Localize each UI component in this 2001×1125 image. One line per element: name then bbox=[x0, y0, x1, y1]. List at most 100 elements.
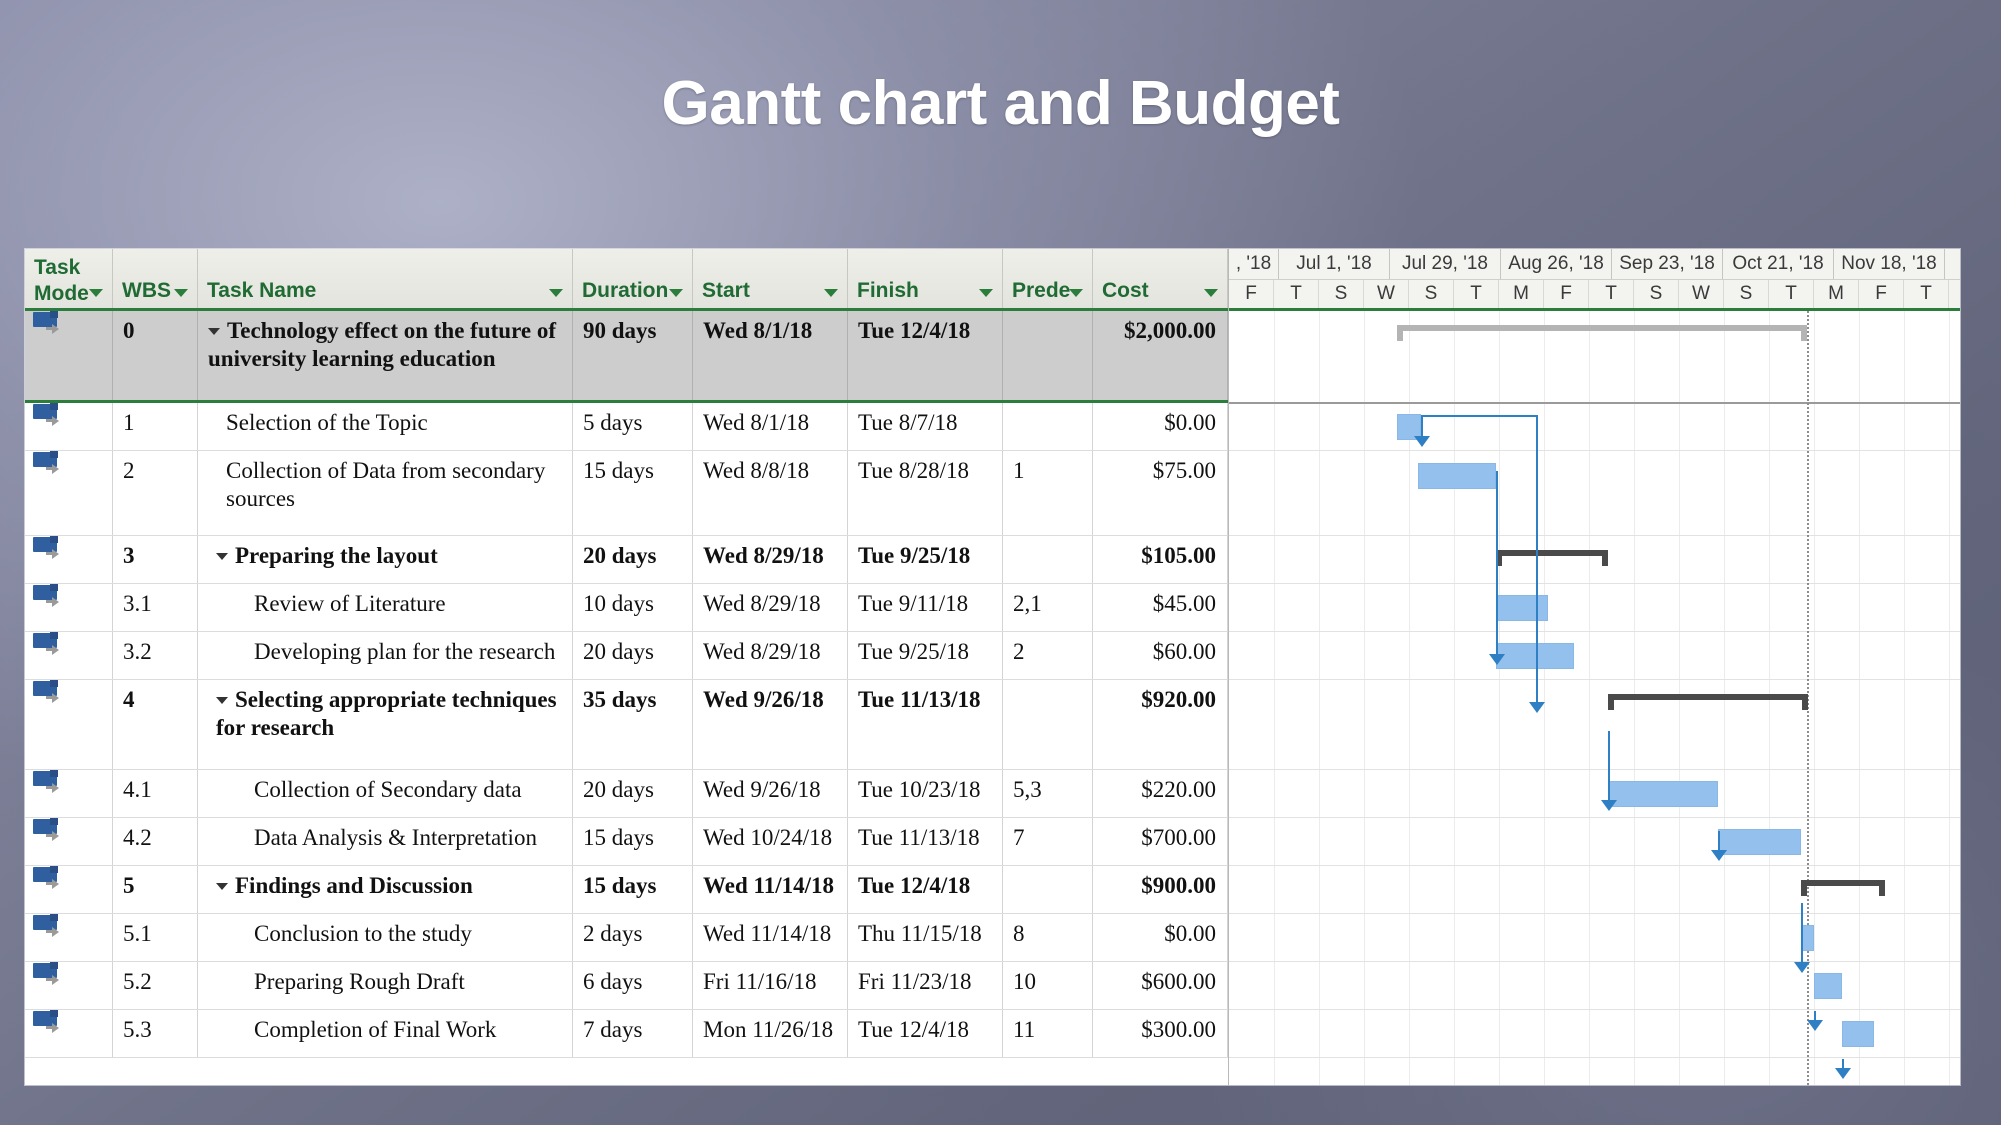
cell-cost[interactable]: $60.00 bbox=[1093, 632, 1228, 679]
cell-task-name[interactable]: Selecting appropriate techniques for res… bbox=[198, 680, 573, 769]
cell-finish[interactable]: Thu 11/15/18 bbox=[848, 914, 1003, 961]
cell-duration[interactable]: 2 days bbox=[573, 914, 693, 961]
cell-wbs[interactable]: 4.1 bbox=[113, 770, 198, 817]
gantt-task-bar[interactable] bbox=[1496, 595, 1548, 621]
chevron-down-icon[interactable] bbox=[549, 289, 563, 297]
cell-start[interactable]: Wed 8/29/18 bbox=[693, 536, 848, 583]
cell-finish[interactable]: Tue 12/4/18 bbox=[848, 311, 1003, 400]
cell-task-name[interactable]: Completion of Final Work bbox=[198, 1010, 573, 1057]
cell-start[interactable]: Wed 10/24/18 bbox=[693, 818, 848, 865]
gantt-summary-bar[interactable] bbox=[1496, 550, 1608, 566]
cell-wbs[interactable]: 0 bbox=[113, 311, 198, 400]
cell-finish[interactable]: Fri 11/23/18 bbox=[848, 962, 1003, 1009]
table-row[interactable]: 5.2 Preparing Rough Draft 6 days Fri 11/16/… bbox=[25, 962, 1228, 1010]
cell-wbs[interactable]: 3.2 bbox=[113, 632, 198, 679]
cell-predecessors[interactable] bbox=[1003, 680, 1093, 769]
cell-duration[interactable]: 90 days bbox=[573, 311, 693, 400]
cell-task-name[interactable]: Developing plan for the research bbox=[198, 632, 573, 679]
cell-finish[interactable]: Tue 9/25/18 bbox=[848, 632, 1003, 679]
gantt-task-bar[interactable] bbox=[1496, 643, 1574, 669]
collapse-triangle-icon[interactable] bbox=[216, 883, 228, 890]
cell-cost[interactable]: $2,000.00 bbox=[1093, 311, 1228, 400]
cell-start[interactable]: Wed 11/14/18 bbox=[693, 914, 848, 961]
cell-start[interactable]: Wed 8/1/18 bbox=[693, 311, 848, 400]
cell-finish[interactable]: Tue 11/13/18 bbox=[848, 680, 1003, 769]
cell-duration[interactable]: 10 days bbox=[573, 584, 693, 631]
gantt-task-bar[interactable] bbox=[1718, 829, 1801, 855]
cell-start[interactable]: Wed 8/29/18 bbox=[693, 584, 848, 631]
cell-cost[interactable]: $0.00 bbox=[1093, 914, 1228, 961]
gantt-task-bar[interactable] bbox=[1608, 781, 1718, 807]
table-row[interactable]: 3 Preparing the layout 20 days Wed 8/29/18 T… bbox=[25, 536, 1228, 584]
cell-task-name[interactable]: Collection of Data from secondary source… bbox=[198, 451, 573, 535]
cell-duration[interactable]: 6 days bbox=[573, 962, 693, 1009]
cell-task-mode[interactable] bbox=[25, 632, 113, 679]
cell-predecessors[interactable] bbox=[1003, 536, 1093, 583]
cell-duration[interactable]: 20 days bbox=[573, 632, 693, 679]
cell-predecessors[interactable] bbox=[1003, 403, 1093, 450]
cell-task-mode[interactable] bbox=[25, 536, 113, 583]
cell-duration[interactable]: 15 days bbox=[573, 866, 693, 913]
gantt-summary-bar[interactable] bbox=[1608, 694, 1808, 710]
cell-duration[interactable]: 35 days bbox=[573, 680, 693, 769]
cell-task-mode[interactable] bbox=[25, 1010, 113, 1057]
cell-task-mode[interactable] bbox=[25, 914, 113, 961]
column-header-task-name[interactable]: Task Name bbox=[198, 249, 573, 308]
cell-finish[interactable]: Tue 9/11/18 bbox=[848, 584, 1003, 631]
cell-predecessors[interactable] bbox=[1003, 311, 1093, 400]
cell-finish[interactable]: Tue 11/13/18 bbox=[848, 818, 1003, 865]
cell-finish[interactable]: Tue 12/4/18 bbox=[848, 866, 1003, 913]
cell-cost[interactable]: $700.00 bbox=[1093, 818, 1228, 865]
cell-start[interactable]: Mon 11/26/18 bbox=[693, 1010, 848, 1057]
gantt-task-bar[interactable] bbox=[1842, 1021, 1874, 1047]
table-row[interactable]: 3.1 Review of Literature 10 days Wed 8/29/1… bbox=[25, 584, 1228, 632]
cell-task-mode[interactable] bbox=[25, 866, 113, 913]
cell-wbs[interactable]: 5 bbox=[113, 866, 198, 913]
table-row[interactable]: 5 Findings and Discussion 15 days Wed 11/14… bbox=[25, 866, 1228, 914]
chevron-down-icon[interactable] bbox=[669, 289, 683, 297]
cell-wbs[interactable]: 3 bbox=[113, 536, 198, 583]
chevron-down-icon[interactable] bbox=[174, 289, 188, 297]
column-header-cost[interactable]: Cost bbox=[1093, 249, 1228, 308]
cell-cost[interactable]: $920.00 bbox=[1093, 680, 1228, 769]
chevron-down-icon[interactable] bbox=[979, 289, 993, 297]
cell-predecessors[interactable]: 11 bbox=[1003, 1010, 1093, 1057]
table-row[interactable]: 4.1 Collection of Secondary data 20 days We… bbox=[25, 770, 1228, 818]
cell-start[interactable]: Wed 8/29/18 bbox=[693, 632, 848, 679]
table-row[interactable]: 5.3 Completion of Final Work 7 days Mon 11/… bbox=[25, 1010, 1228, 1058]
cell-predecessors[interactable] bbox=[1003, 866, 1093, 913]
cell-task-mode[interactable] bbox=[25, 818, 113, 865]
column-header-wbs[interactable]: WBS bbox=[113, 249, 198, 308]
cell-task-mode[interactable] bbox=[25, 403, 113, 450]
cell-task-mode[interactable] bbox=[25, 680, 113, 769]
cell-task-mode[interactable] bbox=[25, 770, 113, 817]
cell-predecessors[interactable]: 2 bbox=[1003, 632, 1093, 679]
collapse-triangle-icon[interactable] bbox=[208, 328, 220, 335]
column-header-predecessors[interactable]: Prede bbox=[1003, 249, 1093, 308]
cell-finish[interactable]: Tue 8/28/18 bbox=[848, 451, 1003, 535]
cell-finish[interactable]: Tue 8/7/18 bbox=[848, 403, 1003, 450]
cell-wbs[interactable]: 2 bbox=[113, 451, 198, 535]
column-header-task-mode[interactable]: Task Mode bbox=[25, 249, 113, 308]
cell-task-mode[interactable] bbox=[25, 451, 113, 535]
cell-duration[interactable]: 20 days bbox=[573, 770, 693, 817]
table-row[interactable]: 0 Technology effect on the future of univ… bbox=[25, 311, 1228, 403]
cell-task-name[interactable]: Collection of Secondary data bbox=[198, 770, 573, 817]
cell-predecessors[interactable]: 1 bbox=[1003, 451, 1093, 535]
cell-cost[interactable]: $600.00 bbox=[1093, 962, 1228, 1009]
cell-cost[interactable]: $300.00 bbox=[1093, 1010, 1228, 1057]
cell-wbs[interactable]: 4.2 bbox=[113, 818, 198, 865]
cell-duration[interactable]: 7 days bbox=[573, 1010, 693, 1057]
chevron-down-icon[interactable] bbox=[89, 289, 103, 297]
cell-task-mode[interactable] bbox=[25, 584, 113, 631]
cell-start[interactable]: Wed 11/14/18 bbox=[693, 866, 848, 913]
cell-cost[interactable]: $900.00 bbox=[1093, 866, 1228, 913]
column-header-start[interactable]: Start bbox=[693, 249, 848, 308]
cell-finish[interactable]: Tue 12/4/18 bbox=[848, 1010, 1003, 1057]
cell-task-name[interactable]: Data Analysis & Interpretation bbox=[198, 818, 573, 865]
cell-wbs[interactable]: 5.2 bbox=[113, 962, 198, 1009]
table-row[interactable]: 3.2 Developing plan for the research 20 da… bbox=[25, 632, 1228, 680]
cell-wbs[interactable]: 1 bbox=[113, 403, 198, 450]
table-row[interactable]: 5.1 Conclusion to the study 2 days Wed 11/1… bbox=[25, 914, 1228, 962]
gantt-summary-bar[interactable] bbox=[1397, 325, 1807, 341]
